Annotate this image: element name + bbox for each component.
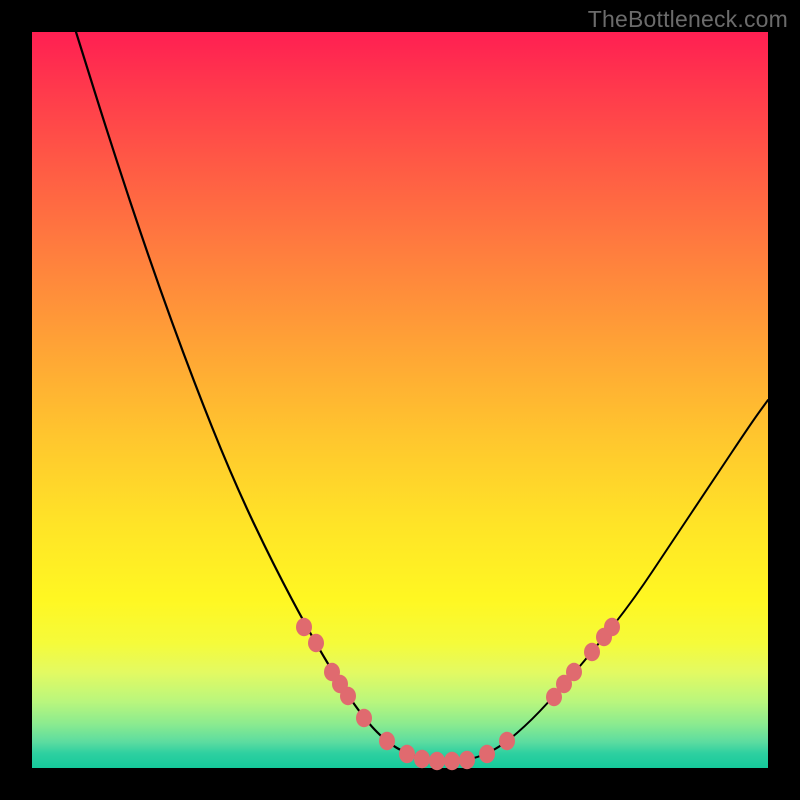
highlight-dot bbox=[499, 732, 515, 750]
bottleneck-curve-right bbox=[432, 400, 768, 761]
highlight-dot bbox=[308, 634, 324, 652]
highlight-dot bbox=[566, 663, 582, 681]
highlight-dot bbox=[604, 618, 620, 636]
highlight-dot bbox=[399, 745, 415, 763]
highlight-dot bbox=[379, 732, 395, 750]
watermark-text: TheBottleneck.com bbox=[588, 6, 788, 33]
curve-layer bbox=[32, 32, 768, 768]
highlight-dot bbox=[459, 751, 475, 769]
bottleneck-curve-left bbox=[76, 32, 432, 761]
highlight-dots bbox=[296, 618, 620, 770]
highlight-dot bbox=[584, 643, 600, 661]
highlight-dot bbox=[340, 687, 356, 705]
highlight-dot bbox=[479, 745, 495, 763]
highlight-dot bbox=[356, 709, 372, 727]
highlight-dot bbox=[444, 752, 460, 770]
chart-stage: TheBottleneck.com bbox=[0, 0, 800, 800]
highlight-dot bbox=[414, 750, 430, 768]
highlight-dot bbox=[296, 618, 312, 636]
highlight-dot bbox=[429, 752, 445, 770]
